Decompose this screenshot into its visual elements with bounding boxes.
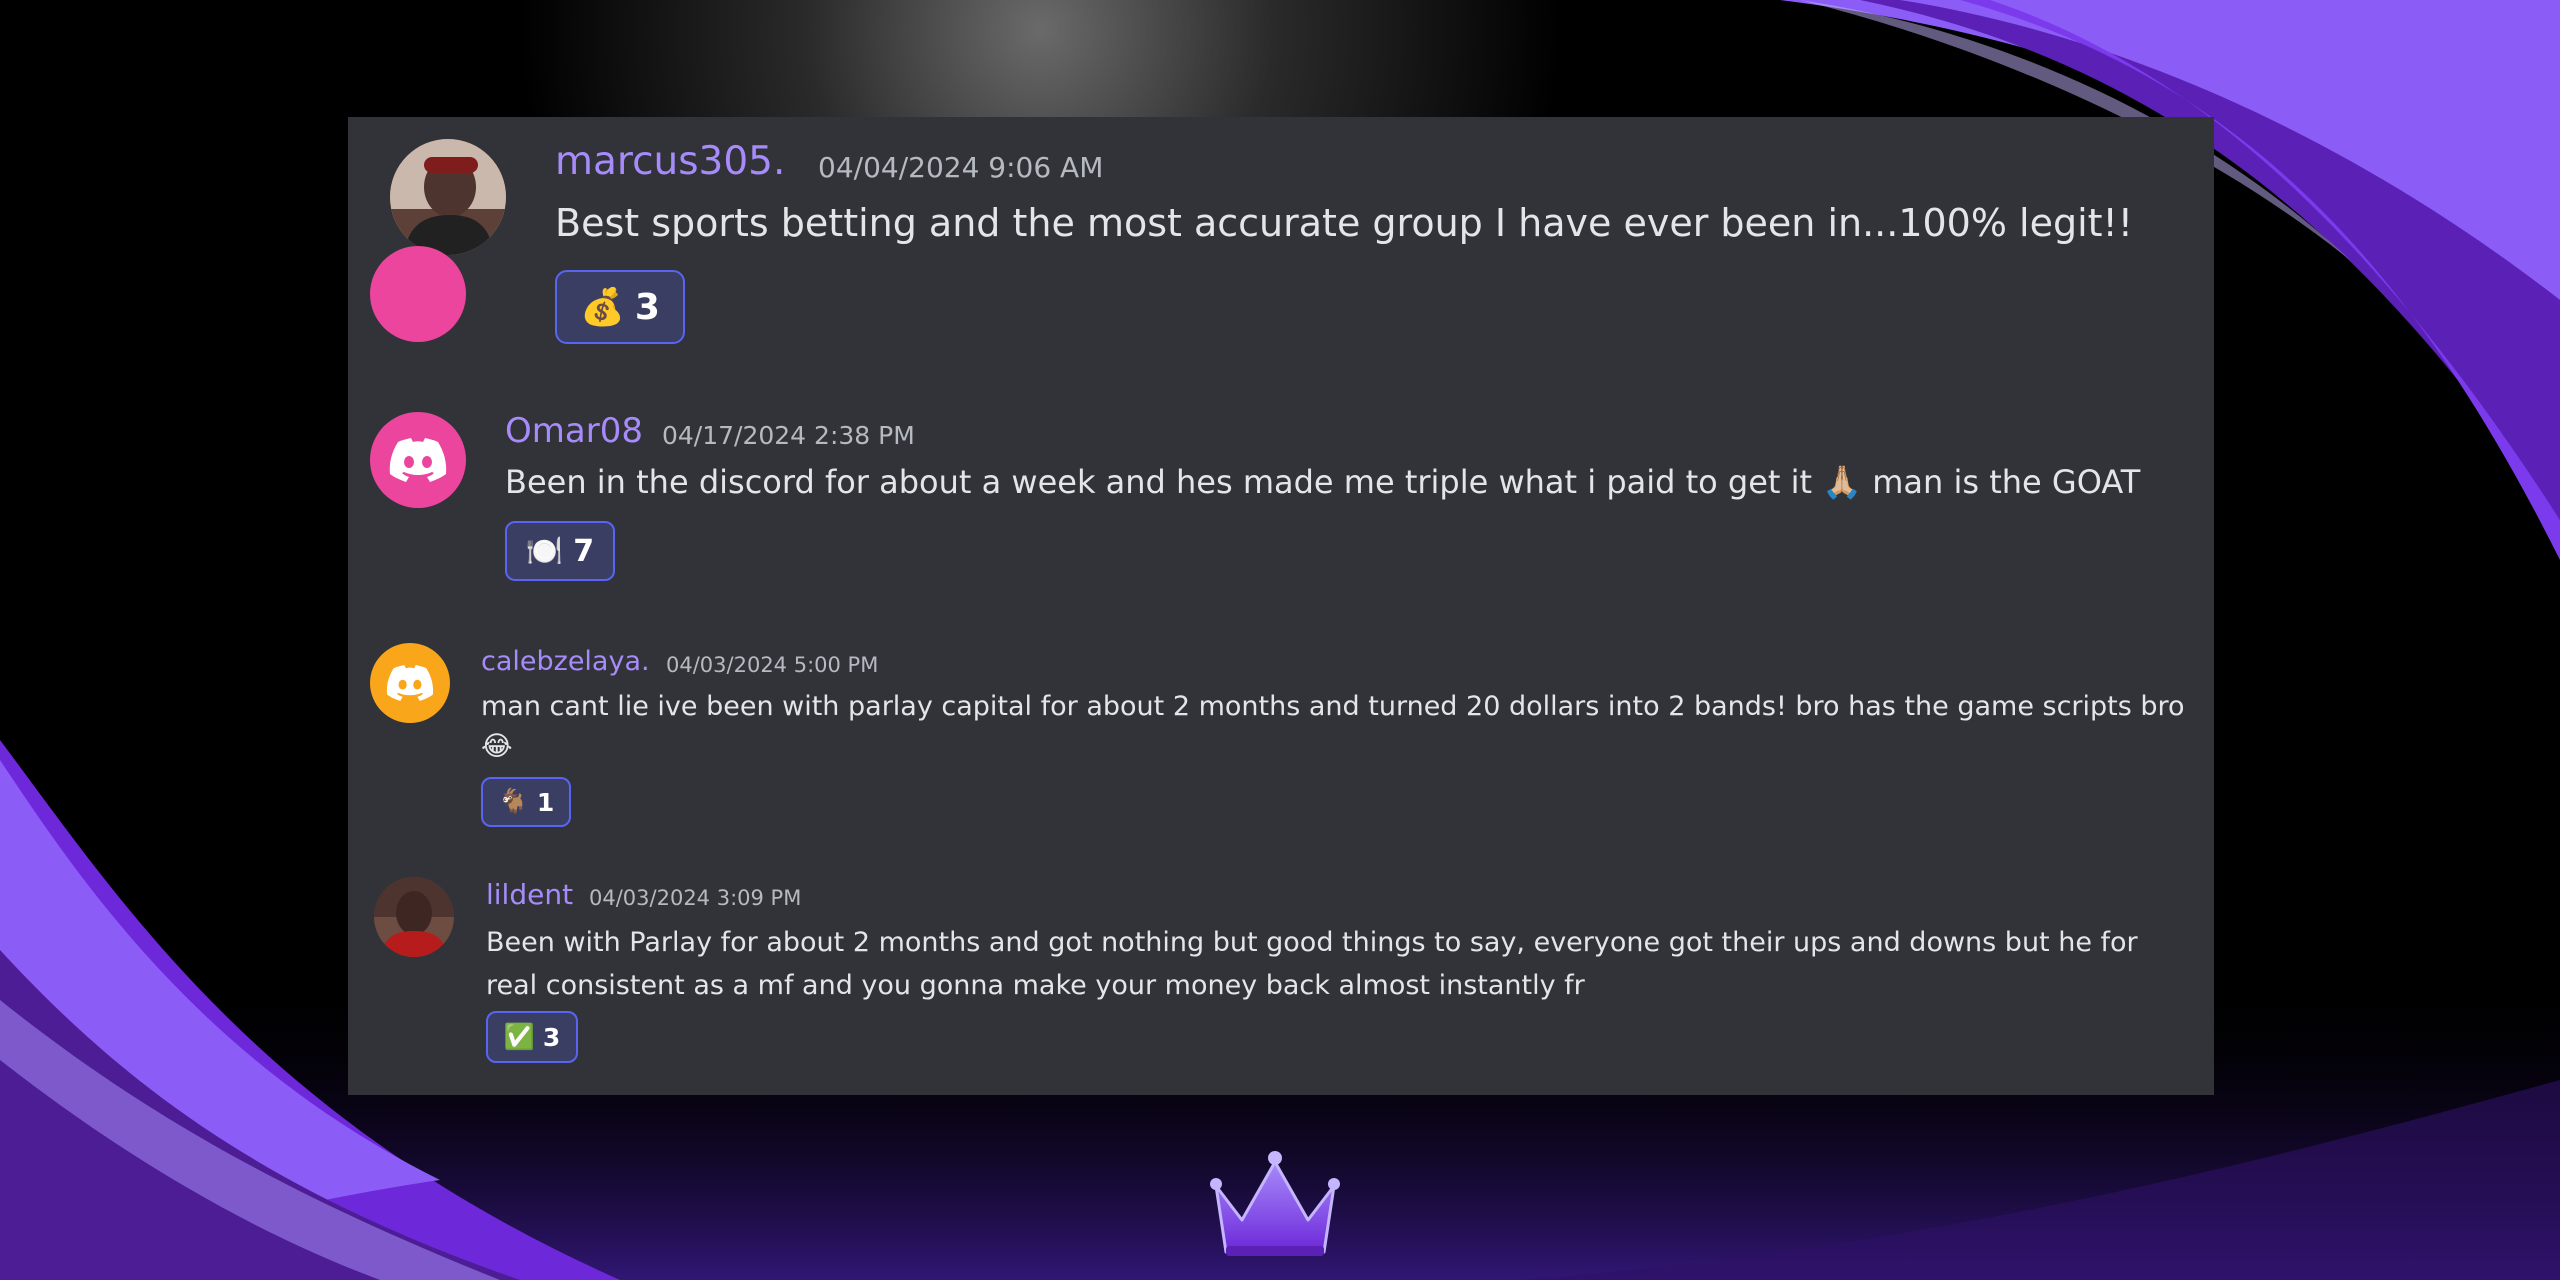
- timestamp: 04/03/2024 5:00 PM: [666, 653, 879, 677]
- username[interactable]: Omar08: [505, 411, 643, 451]
- goat-icon: 🐐: [497, 787, 529, 816]
- message-list: Omar08 04/17/2024 2:38 PM Been in the di…: [348, 117, 2214, 1095]
- discord-logo-icon: [386, 665, 434, 701]
- user-photo-icon: [374, 877, 454, 957]
- username[interactable]: calebzelaya.: [481, 646, 650, 677]
- crown-icon: [1210, 1151, 1340, 1256]
- message-text: Been with Parlay for about 2 months and …: [486, 927, 2138, 1001]
- avatar[interactable]: [370, 643, 450, 723]
- message-text: Been in the discord for about a week and…: [505, 463, 2141, 501]
- reaction-count: 3: [542, 1022, 561, 1052]
- reaction-button[interactable]: ✅ 3: [486, 1011, 578, 1063]
- check-mark-icon: ✅: [503, 1022, 535, 1051]
- timestamp: 04/17/2024 2:38 PM: [662, 421, 915, 450]
- reaction-count: 7: [573, 533, 595, 569]
- timestamp: 04/03/2024 3:09 PM: [589, 886, 802, 910]
- avatar[interactable]: [370, 412, 466, 508]
- message-text: man cant lie ive been with parlay capita…: [481, 691, 2185, 762]
- discord-logo-icon: [389, 438, 447, 482]
- reaction-button[interactable]: 🐐 1: [481, 777, 571, 827]
- avatar[interactable]: [374, 877, 454, 957]
- reaction-button[interactable]: 🍽️ 7: [505, 521, 615, 581]
- username[interactable]: lildent: [486, 878, 573, 911]
- reaction-count: 1: [536, 787, 555, 817]
- plate-icon: 🍽️: [525, 533, 564, 569]
